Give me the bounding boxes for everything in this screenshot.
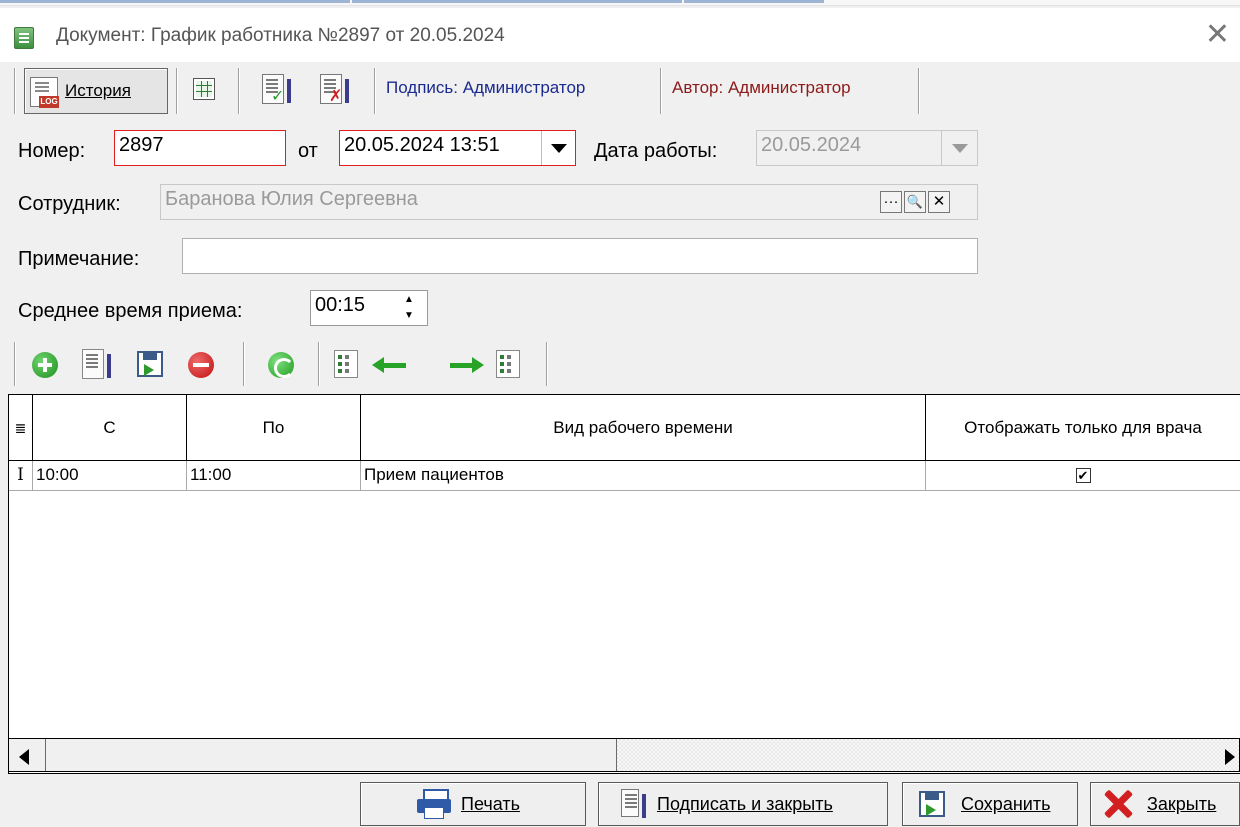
column-header-from[interactable]: C: [33, 395, 187, 461]
toolbar-separator: [243, 342, 244, 386]
printer-icon: [417, 789, 451, 819]
signature-info-label: Подпись: Администратор: [386, 78, 586, 97]
window-top-strip: [0, 0, 1240, 6]
cell-from[interactable]: 10:00: [33, 461, 187, 491]
sign-close-button-label: Подписать и закрыть: [657, 794, 833, 814]
employee-search-icon[interactable]: 🔍: [904, 191, 926, 213]
scrollbar-thumb[interactable]: [45, 739, 617, 771]
employee-label: Сотрудник:: [18, 193, 121, 215]
from-label: от: [298, 140, 318, 162]
top-strip-segment: [0, 0, 350, 3]
print-button-label: Печать: [461, 794, 520, 814]
horizontal-scrollbar[interactable]: [8, 738, 1240, 772]
refresh-icon[interactable]: [268, 352, 294, 378]
toolbar-separator: [14, 342, 15, 386]
top-strip-segment: [684, 0, 824, 3]
author-info-label: Автор: Администратор: [672, 78, 851, 97]
column-header-to[interactable]: По: [187, 395, 361, 461]
doctor-only-checkbox[interactable]: ✔: [1075, 468, 1091, 484]
schedule-grid[interactable]: ≣ C По Вид рабочего времени Отображать т…: [8, 394, 1240, 774]
table-grid-icon[interactable]: [193, 78, 215, 100]
paste-schedule-icon[interactable]: [496, 350, 520, 378]
work-date-value: 20.05.2024: [761, 134, 862, 156]
scroll-left-icon[interactable]: [19, 749, 29, 765]
toolbar-separator: [660, 68, 661, 114]
cell-work-type[interactable]: Прием пациентов: [361, 461, 926, 491]
edit-row-icon[interactable]: [82, 349, 111, 379]
toolbar-separator: [14, 68, 15, 114]
row-selector-header-icon[interactable]: ≣: [9, 395, 33, 461]
cell-to[interactable]: 11:00: [187, 461, 361, 491]
number-label: Номер:: [18, 140, 86, 162]
save-button[interactable]: Сохранить: [902, 782, 1078, 826]
toolbar-separator: [546, 342, 547, 386]
toolbar-separator: [176, 68, 177, 114]
note-input[interactable]: [182, 238, 978, 274]
save-button-label: Сохранить: [961, 794, 1051, 814]
avg-time-value: 00:15: [315, 294, 366, 316]
save-icon: [919, 791, 945, 817]
spin-down-icon[interactable]: ▼: [404, 309, 414, 323]
sign-document-icon[interactable]: ✓: [262, 74, 291, 105]
employee-value: Баранова Юлия Сергеевна: [165, 188, 418, 210]
number-input[interactable]: 2897: [114, 130, 286, 166]
window-title: Документ: График работника №2897 от 20.0…: [56, 25, 505, 46]
history-log-icon: LOG: [30, 77, 59, 108]
toolbar-separator: [318, 342, 319, 386]
history-button-label: История: [65, 81, 131, 100]
delete-row-icon[interactable]: [188, 352, 214, 378]
unsign-document-icon[interactable]: ✗: [320, 74, 349, 105]
history-button[interactable]: LOG История: [24, 68, 168, 114]
avg-time-label: Среднее время приема:: [18, 300, 243, 322]
employee-select-button[interactable]: ···: [880, 191, 902, 213]
top-strip-segment: [352, 0, 682, 3]
toolbar-separator: [238, 68, 239, 114]
close-button[interactable]: Закрыть: [1090, 782, 1240, 826]
arrow-right-icon[interactable]: [448, 357, 484, 373]
document-date-value: 20.05.2024 13:51: [344, 134, 500, 156]
column-header-doctor-only[interactable]: Отображать только для врача: [926, 395, 1240, 461]
close-button-label: Закрыть: [1147, 794, 1217, 814]
work-date-dropdown-button[interactable]: [941, 131, 977, 165]
toolbar-separator: [918, 68, 919, 114]
cell-doctor-only[interactable]: ✔: [926, 461, 1240, 491]
sign-check-mark: ✓: [271, 88, 285, 105]
sign-document-icon: [621, 789, 646, 818]
document-app-icon: [14, 27, 34, 49]
arrow-left-icon[interactable]: [372, 357, 408, 373]
chevron-down-icon: [551, 144, 567, 153]
work-date-label: Дата работы:: [594, 140, 718, 162]
print-button[interactable]: Печать: [360, 782, 586, 826]
spin-up-icon[interactable]: ▲: [404, 293, 414, 307]
chevron-down-icon: [952, 144, 968, 153]
toolbar-separator: [374, 68, 375, 114]
sign-close-button[interactable]: Подписать и закрыть: [598, 782, 888, 826]
scroll-right-icon[interactable]: [1225, 749, 1235, 765]
unsign-cross-mark: ✗: [329, 88, 343, 105]
add-row-icon[interactable]: [32, 352, 58, 378]
copy-schedule-icon[interactable]: [334, 350, 358, 378]
row-marker[interactable]: I: [9, 461, 33, 491]
column-header-work-type[interactable]: Вид рабочего времени: [361, 395, 926, 461]
employee-clear-icon[interactable]: ✕: [928, 191, 950, 213]
date-dropdown-button[interactable]: [541, 131, 575, 165]
log-badge: LOG: [39, 96, 59, 108]
close-icon: [1101, 787, 1135, 821]
save-row-icon[interactable]: [137, 351, 163, 377]
employee-field[interactable]: Баранова Юлия Сергеевна: [160, 184, 978, 220]
close-window-icon[interactable]: ✕: [1205, 20, 1230, 50]
note-label: Примечание:: [18, 248, 140, 270]
